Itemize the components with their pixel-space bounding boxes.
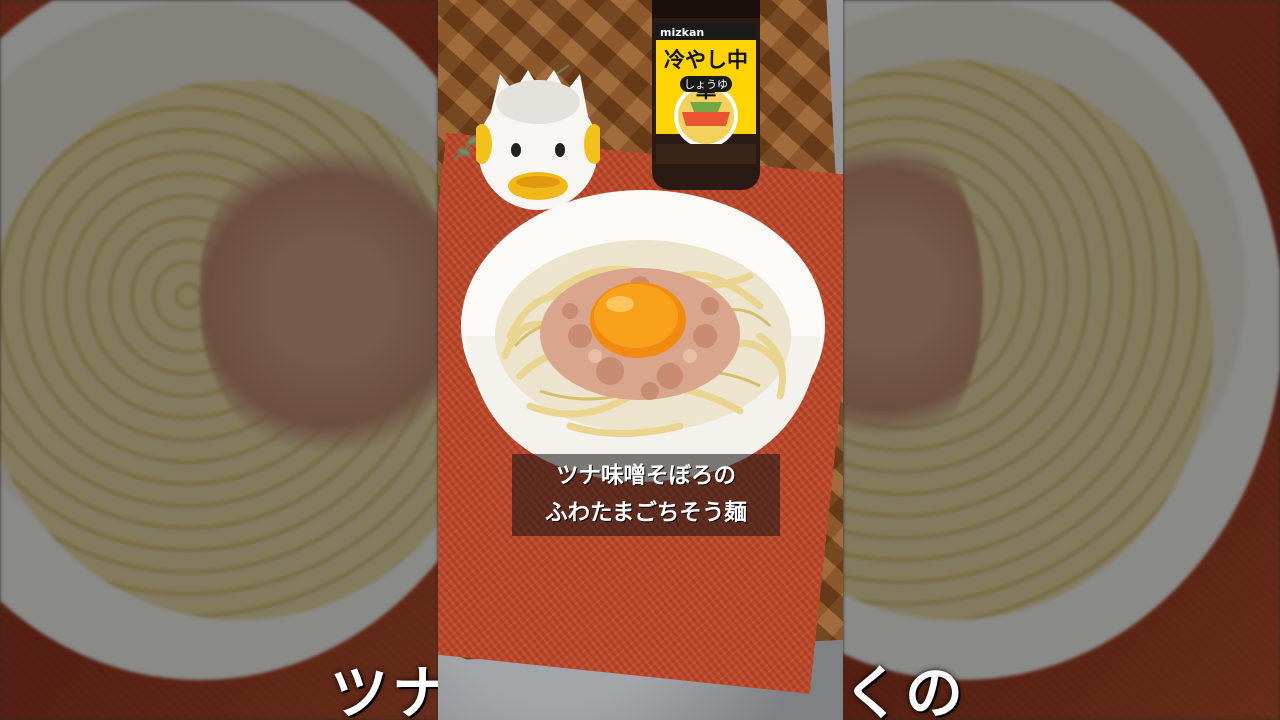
blurred-background-right (843, 0, 1280, 720)
sauce-bottle: mizkan 冷やし中華 しょうゆ (646, 0, 766, 190)
bottle-brand: mizkan (660, 26, 705, 39)
bottle-flavor: しょうゆ (680, 76, 732, 92)
side-caption-right: くの (843, 659, 968, 720)
bottle-label: 冷やし中華 (664, 48, 748, 102)
video-frame[interactable]: ツナ くの mizkan 冷やし中 しょうゆ ツナ味噌そぼろの ふわたまごちそう… (0, 0, 1280, 720)
noodle-bowl (461, 190, 825, 482)
main-photo: mizkan 冷やし中華 しょうゆ (438, 0, 843, 720)
blurred-background-left (0, 0, 438, 720)
caption-line-2: ふわたまごちそう麺 (545, 500, 747, 526)
caption-line-1: ツナ味噌そぼろの (555, 463, 736, 489)
side-caption-left: ツナ (330, 659, 455, 720)
video-caption: ツナ味噌そぼろの ふわたまごちそう麺 (512, 454, 780, 536)
